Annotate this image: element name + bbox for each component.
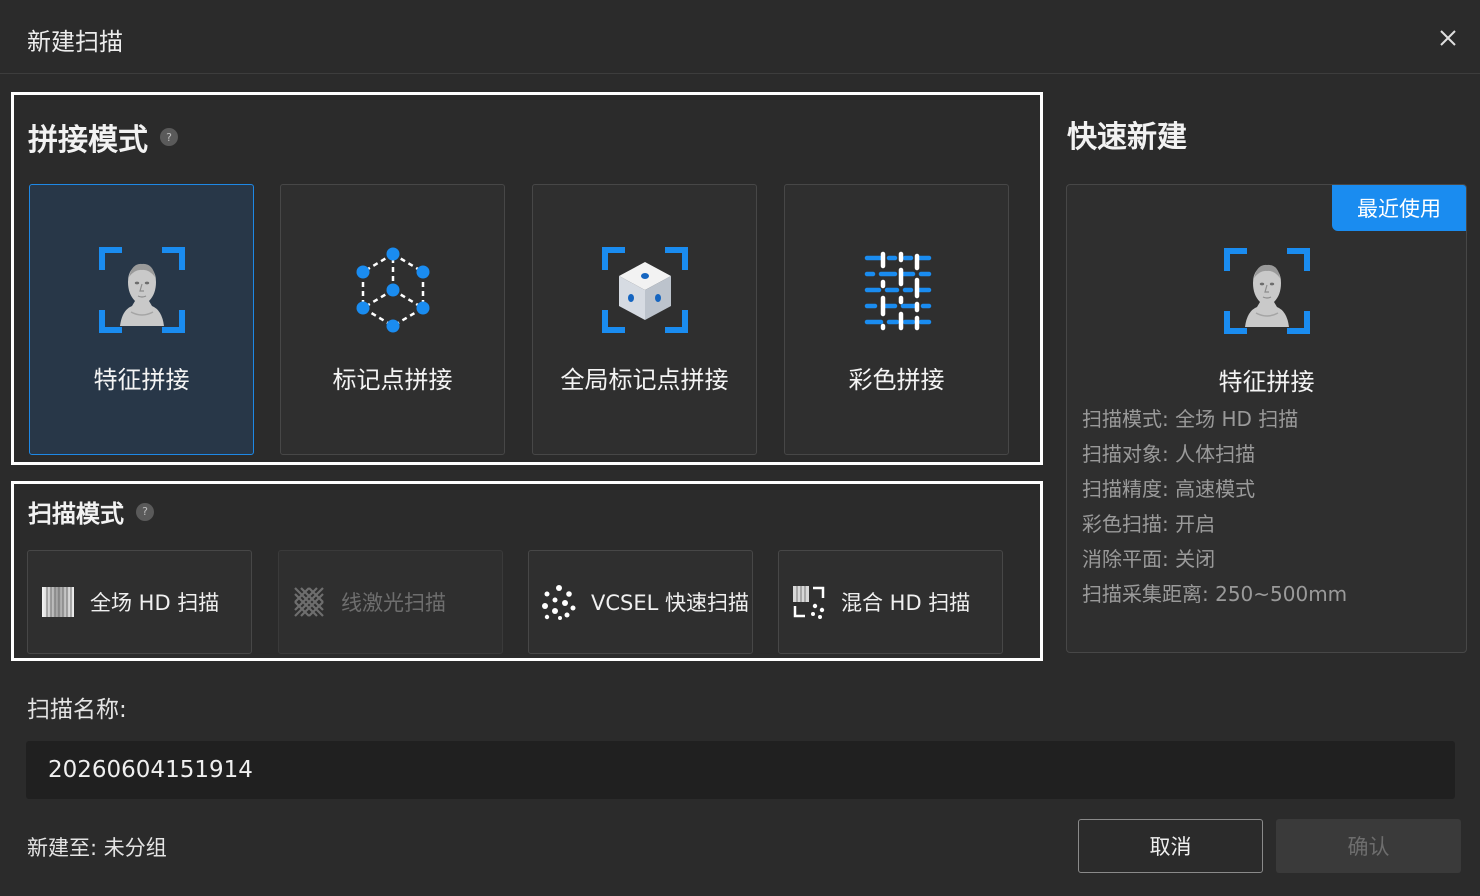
quick-info-scan-mode: 扫描模式: 全场 HD 扫描 [1082, 407, 1299, 431]
scan-option-hybrid-hd[interactable]: 混合 HD 扫描 [778, 550, 1003, 654]
quick-create-card[interactable]: 最近使用 特征拼接 扫描模式: 全场 HD 扫描 扫描对象: 人体扫描 扫描精度… [1066, 184, 1467, 653]
quick-info-color-scan: 彩色扫描: 开启 [1082, 512, 1216, 536]
scan-mode-title: 扫描模式 ? [28, 494, 154, 529]
quick-create-title: 快速新建 [1067, 120, 1187, 155]
scan-option-label: 混合 HD 扫描 [841, 591, 971, 615]
scan-option-label: 线激光扫描 [341, 591, 446, 615]
cancel-button[interactable]: 取消 [1078, 819, 1263, 873]
dialog-title: 新建扫描 [27, 28, 123, 56]
stitch-mode-title-text: 拼接模式 [28, 123, 148, 158]
scan-option-fullfield-hd[interactable]: 全场 HD 扫描 [27, 550, 252, 654]
stitch-mode-section: 拼接模式 ? 特征拼接 标记点拼接 全局标记点拼接 彩色拼接 [11, 92, 1043, 465]
quick-info-scan-object: 扫描对象: 人体扫描 [1082, 442, 1256, 466]
quick-create-name: 特征拼接 [1218, 368, 1315, 396]
stitch-mode-title: 拼接模式 ? [28, 115, 178, 159]
stitch-option-color[interactable]: 彩色拼接 [784, 184, 1009, 455]
scan-option-label: VCSEL 快速扫描 [591, 591, 750, 615]
vcsel-dots-icon [542, 585, 576, 620]
help-icon[interactable]: ? [160, 128, 178, 146]
scan-name-input[interactable] [26, 741, 1455, 799]
title-bar: 新建扫描 [0, 0, 1480, 74]
scan-mode-section: 扫描模式 ? 全场 HD 扫描 线激光扫描 VCSEL 快速扫描 混合 HD 扫… [11, 481, 1043, 661]
laser-cross-icon [294, 587, 324, 617]
scan-option-label: 全场 HD 扫描 [90, 591, 220, 615]
confirm-button[interactable]: 确认 [1276, 819, 1461, 873]
quick-info-scan-distance: 扫描采集距离: 250~500mm [1082, 582, 1348, 606]
stitch-option-feature[interactable]: 特征拼接 [29, 184, 254, 455]
bust-scan-icon [98, 246, 186, 334]
stitch-option-label: 全局标记点拼接 [560, 366, 729, 394]
scan-name-label: 扫描名称: [27, 697, 127, 723]
stitch-option-global-marker[interactable]: 全局标记点拼接 [532, 184, 757, 455]
stitch-option-label: 标记点拼接 [332, 366, 453, 394]
hybrid-icon [793, 586, 825, 619]
close-icon [1440, 30, 1456, 46]
target-group-label[interactable]: 新建至: 未分组 [27, 832, 167, 862]
quick-info-scan-precision: 扫描精度: 高速模式 [1082, 477, 1256, 501]
recent-badge: 最近使用 [1332, 185, 1466, 231]
close-button[interactable] [1430, 22, 1466, 54]
stitch-option-label: 特征拼接 [93, 366, 190, 394]
color-grid-icon [864, 251, 932, 331]
scan-option-vcsel-fast[interactable]: VCSEL 快速扫描 [528, 550, 753, 654]
marker-points-icon [356, 247, 430, 333]
quick-info-remove-plane: 消除平面: 关闭 [1082, 547, 1216, 571]
scan-mode-title-text: 扫描模式 [28, 500, 124, 528]
fullfield-icon [42, 587, 74, 617]
bust-scan-icon [1223, 247, 1311, 335]
stitch-option-label: 彩色拼接 [848, 366, 945, 394]
scan-option-line-laser: 线激光扫描 [278, 550, 503, 654]
help-icon[interactable]: ? [136, 502, 154, 521]
stitch-option-marker[interactable]: 标记点拼接 [280, 184, 505, 455]
global-marker-cube-icon [602, 247, 688, 333]
